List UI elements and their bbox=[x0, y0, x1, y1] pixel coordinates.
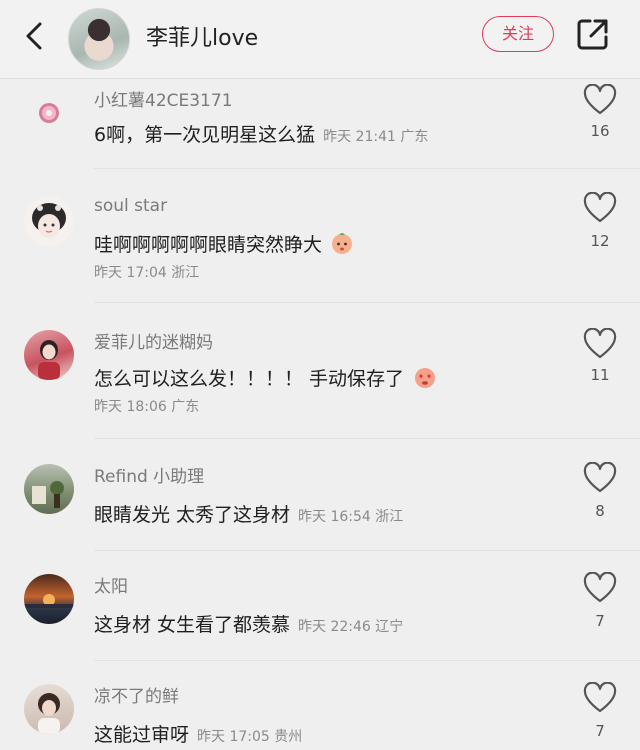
anime-girl-icon bbox=[32, 203, 66, 238]
comment-item: soul star 哇啊啊啊啊啊眼睛突然睁大 昨天 17:04 浙江 12 bbox=[0, 170, 640, 303]
comment-text: 这身材 女生看了都羡慕 昨天 22:46 辽宁 bbox=[94, 610, 403, 637]
heart-eyes-emoji-icon bbox=[415, 368, 436, 388]
comment-text: 怎么可以这么发！！！！ 手动保存了 bbox=[94, 364, 438, 391]
peach-emoji-icon bbox=[332, 233, 353, 254]
comment-body: 眼睛发光 太秀了这身材 bbox=[94, 504, 291, 526]
comment-username[interactable]: soul star bbox=[94, 196, 167, 216]
comment-meta: 昨天 16:54 浙江 bbox=[298, 509, 404, 525]
comment-username[interactable]: 小红薯42CE3171 bbox=[94, 86, 233, 111]
comment-text: 眼睛发光 太秀了这身材 昨天 16:54 浙江 bbox=[94, 500, 403, 527]
comment-meta: 昨天 18:06 广东 bbox=[94, 399, 200, 415]
donut-icon bbox=[39, 103, 59, 123]
share-button[interactable] bbox=[576, 17, 610, 51]
comment-item: 太阳 这身材 女生看了都羡慕 昨天 22:46 辽宁 7 bbox=[0, 552, 640, 661]
back-button[interactable] bbox=[18, 18, 54, 54]
like-button[interactable] bbox=[582, 571, 618, 604]
like-button[interactable] bbox=[582, 83, 618, 116]
photo-icon bbox=[32, 481, 64, 508]
like-button[interactable] bbox=[582, 327, 618, 360]
share-icon bbox=[577, 19, 608, 50]
like-button[interactable] bbox=[582, 681, 618, 714]
comment-divider bbox=[94, 438, 640, 439]
heart-icon bbox=[583, 83, 617, 115]
heart-icon bbox=[583, 681, 617, 713]
like-count: 7 bbox=[595, 722, 605, 740]
comment-username[interactable]: 太阳 bbox=[94, 572, 128, 597]
sunset-icon bbox=[24, 594, 74, 608]
author-name[interactable]: 李菲儿love bbox=[146, 20, 258, 52]
portrait-icon bbox=[38, 693, 60, 734]
like-count: 12 bbox=[590, 232, 610, 250]
comment-item: 凉不了的鲜 这能过审呀 昨天 17:05 贵州 7 bbox=[0, 662, 640, 750]
heart-icon bbox=[583, 571, 617, 603]
comment-body: 怎么可以这么发！！！！ 手动保存了 bbox=[94, 368, 405, 390]
comment-text: 6啊，第一次见明星这么猛 昨天 21:41 广东 bbox=[94, 120, 428, 147]
comment-meta: 昨天 22:46 辽宁 bbox=[298, 619, 404, 635]
follow-button[interactable]: 关注 bbox=[482, 16, 554, 52]
user-avatar[interactable] bbox=[24, 196, 74, 246]
comment-divider bbox=[94, 302, 640, 303]
like-count: 11 bbox=[590, 366, 610, 384]
comment-divider bbox=[94, 660, 640, 661]
like-button[interactable] bbox=[582, 461, 618, 494]
comment-meta: 昨天 17:05 贵州 bbox=[197, 729, 303, 745]
comment-item: 爱菲儿的迷糊妈 怎么可以这么发！！！！ 手动保存了 昨天 18:06 广东 11 bbox=[0, 304, 640, 439]
comment-divider bbox=[94, 168, 640, 169]
like-count: 8 bbox=[595, 502, 605, 520]
comment-divider bbox=[94, 550, 640, 551]
like-button[interactable] bbox=[582, 191, 618, 224]
user-avatar[interactable] bbox=[24, 88, 74, 138]
heart-icon bbox=[583, 191, 617, 223]
user-avatar[interactable] bbox=[24, 330, 74, 380]
portrait-icon bbox=[38, 340, 60, 380]
chevron-left-icon bbox=[26, 22, 42, 50]
like-count: 7 bbox=[595, 612, 605, 630]
comment-body: 6啊，第一次见明星这么猛 bbox=[94, 124, 316, 146]
comment-username[interactable]: 爱菲儿的迷糊妈 bbox=[94, 328, 213, 353]
user-avatar[interactable] bbox=[24, 464, 74, 514]
comment-text: 这能过审呀 昨天 17:05 贵州 bbox=[94, 720, 302, 747]
comment-meta: 昨天 21:41 广东 bbox=[323, 129, 429, 145]
heart-icon bbox=[583, 461, 617, 493]
heart-icon bbox=[583, 327, 617, 359]
comment-body: 这身材 女生看了都羡慕 bbox=[94, 614, 291, 636]
author-avatar[interactable] bbox=[68, 8, 130, 70]
comment-body: 哇啊啊啊啊啊眼睛突然睁大 bbox=[94, 234, 323, 256]
comment-item: Refind 小助理 眼睛发光 太秀了这身材 昨天 16:54 浙江 8 bbox=[0, 440, 640, 551]
comment-text: 哇啊啊啊啊啊眼睛突然睁大 bbox=[94, 230, 354, 257]
comment-body: 这能过审呀 bbox=[94, 724, 190, 746]
comment-username[interactable]: Refind 小助理 bbox=[94, 462, 204, 487]
user-avatar[interactable] bbox=[24, 684, 74, 734]
like-count: 16 bbox=[590, 122, 610, 140]
comment-meta: 昨天 17:04 浙江 bbox=[94, 265, 200, 281]
user-avatar[interactable] bbox=[24, 574, 74, 624]
comment-item: 小红薯42CE3171 6啊，第一次见明星这么猛 昨天 21:41 广东 16 bbox=[0, 78, 640, 170]
top-bar: 李菲儿love 关注 bbox=[0, 0, 640, 79]
comment-username[interactable]: 凉不了的鲜 bbox=[94, 682, 179, 707]
